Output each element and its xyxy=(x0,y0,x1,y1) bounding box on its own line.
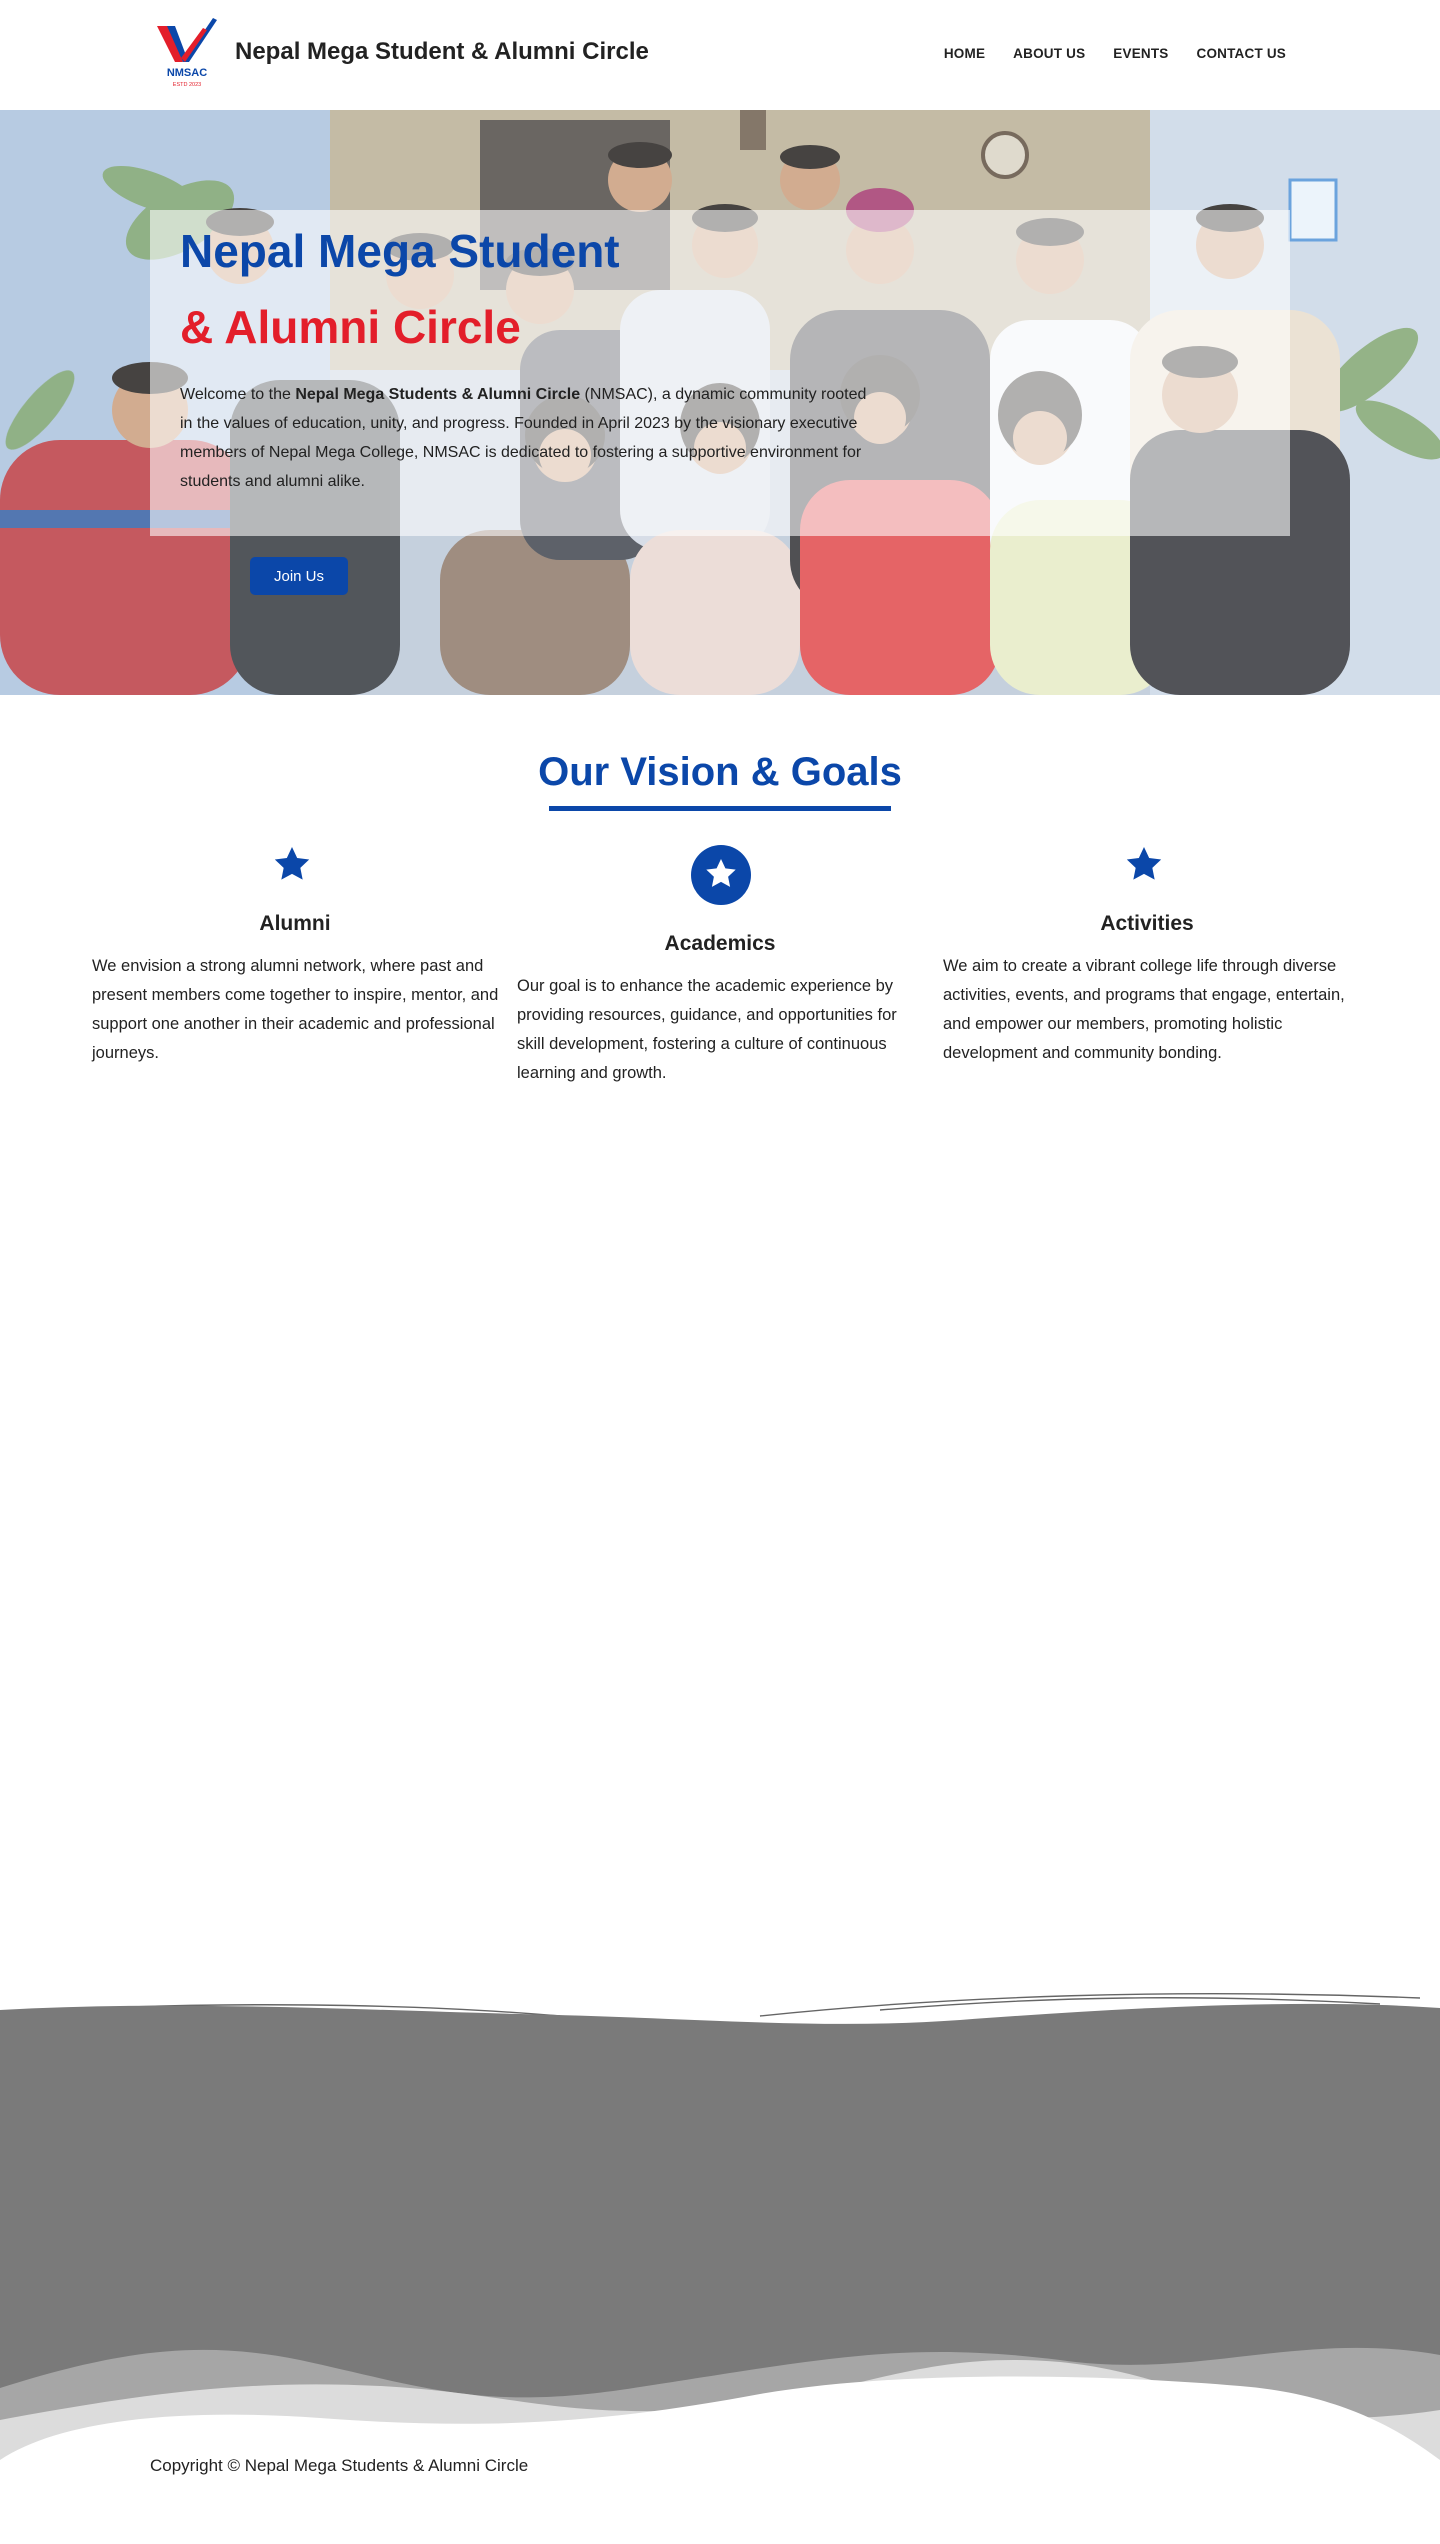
vision-column-activities: Activities We aim to create a vibrant co… xyxy=(942,840,1352,1080)
nmsac-logo[interactable]: NMSAC ESTD 2023 xyxy=(153,18,221,92)
logo-subtext: ESTD 2023 xyxy=(173,82,201,88)
site-title[interactable]: Nepal Mega Student & Alumni Circle xyxy=(235,38,649,66)
main-nav: HOME ABOUT US EVENTS CONTACT US xyxy=(944,46,1286,61)
column-title-alumni: Alumni xyxy=(259,912,331,935)
vision-title: Our Vision & Goals xyxy=(538,750,902,794)
column-text-academics: Our goal is to enhance the academic expe… xyxy=(517,977,897,1082)
column-text-alumni: We envision a strong alumni network, whe… xyxy=(92,957,499,1062)
star-icon xyxy=(1124,844,1164,889)
column-title-academics: Academics xyxy=(664,932,776,955)
logo-text: NMSAC xyxy=(167,67,207,79)
hero-title-line1: Nepal Mega Student xyxy=(180,225,620,277)
nav-contact-us[interactable]: CONTACT US xyxy=(1197,46,1287,61)
vision-underline xyxy=(549,806,891,811)
hero-text-prefix: Welcome to the xyxy=(180,386,296,403)
star-icon xyxy=(272,844,312,889)
star-circle-icon xyxy=(690,844,752,911)
nav-events[interactable]: EVENTS xyxy=(1113,46,1168,61)
vision-column-academics: Academics Our goal is to enhance the aca… xyxy=(515,840,925,1100)
join-us-button[interactable]: Join Us xyxy=(250,557,348,595)
column-title-activities: Activities xyxy=(1100,912,1194,935)
hero-card: Nepal Mega Student & Alumni Circle Welco… xyxy=(150,210,1290,536)
hero-title-line2: & Alumni Circle xyxy=(180,301,521,353)
hero-section: Nepal Mega Student & Alumni Circle Welco… xyxy=(0,110,1440,695)
nav-home[interactable]: HOME xyxy=(944,46,985,61)
hero-description: Welcome to the Nepal Mega Students & Alu… xyxy=(180,380,880,496)
nav-about-us[interactable]: ABOUT US xyxy=(1013,46,1085,61)
hero-text-bold: Nepal Mega Students & Alumni Circle xyxy=(295,386,581,403)
vision-column-alumni: Alumni We envision a strong alumni netwo… xyxy=(90,840,500,1080)
column-text-activities: We aim to create a vibrant college life … xyxy=(943,957,1345,1062)
site-header: NMSAC ESTD 2023 Nepal Mega Student & Alu… xyxy=(0,0,1440,110)
copyright-text: Copyright © Nepal Mega Students & Alumni… xyxy=(150,2456,529,2475)
